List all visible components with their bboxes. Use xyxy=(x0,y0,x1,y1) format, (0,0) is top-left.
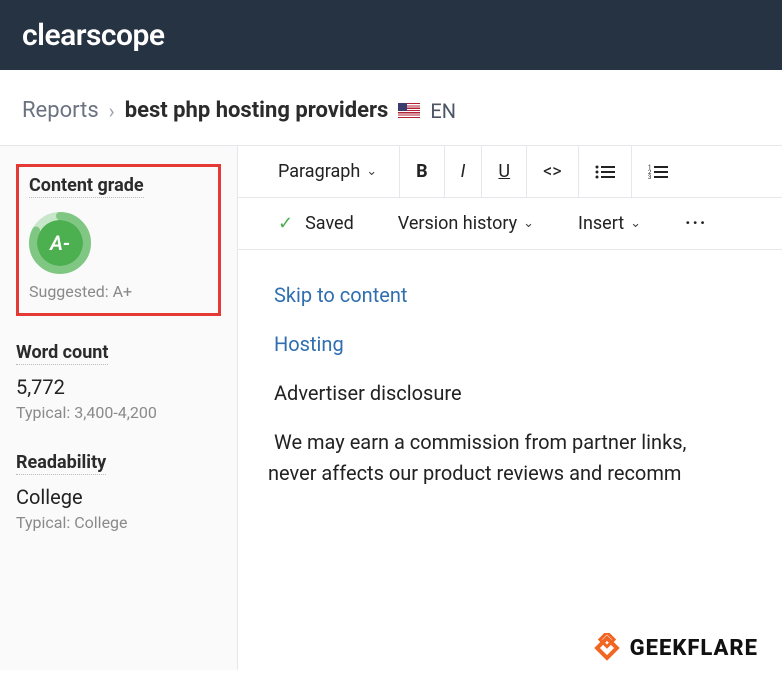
document-body[interactable]: Skip to content Hosting Advertiser discl… xyxy=(238,250,782,489)
breadcrumb-title: best php hosting providers xyxy=(125,98,389,123)
breadcrumb: Reports › best php hosting providers EN xyxy=(0,70,782,145)
version-label: Version history xyxy=(398,213,517,234)
chevron-down-icon: ⌄ xyxy=(523,216,534,231)
brand-logo: clearscope xyxy=(22,18,165,53)
bullet-list-icon xyxy=(595,164,615,180)
insert-label: Insert xyxy=(578,213,624,234)
paragraph-label: Paragraph xyxy=(278,161,360,182)
chevron-down-icon: ⌄ xyxy=(366,164,377,179)
svg-text:3: 3 xyxy=(648,174,651,180)
bold-button[interactable]: B xyxy=(400,146,445,197)
hosting-link[interactable]: Hosting xyxy=(274,329,774,360)
saved-label: Saved xyxy=(305,213,354,234)
readability-title: Readability xyxy=(16,452,106,475)
wordcount-value: 5,772 xyxy=(16,375,221,399)
chevron-down-icon: ⌄ xyxy=(630,216,641,231)
grade-suggested: Suggested: A+ xyxy=(29,282,208,301)
underline-button[interactable]: U xyxy=(482,146,527,197)
saved-status: ✓ Saved xyxy=(256,198,376,249)
paragraph-style-dropdown[interactable]: Paragraph ⌄ xyxy=(256,146,400,197)
numbered-list-icon: 1 2 3 xyxy=(648,164,668,180)
stats-sidebar: Content grade A- Suggested: A+ Word coun… xyxy=(0,146,238,670)
breadcrumb-lang: EN xyxy=(430,99,456,123)
readability-typical: Typical: College xyxy=(16,513,221,532)
geekflare-icon xyxy=(592,633,622,663)
code-button[interactable]: <> xyxy=(527,146,579,197)
bullet-list-button[interactable] xyxy=(579,146,632,197)
wordcount-typical: Typical: 3,400-4,200 xyxy=(16,403,221,422)
readability-panel: Readability College Typical: College xyxy=(16,452,221,532)
formatting-toolbar: Paragraph ⌄ B I U <> 1 2 3 xyxy=(238,146,782,198)
paragraph-line: We may earn a commission from partner li… xyxy=(274,427,774,458)
watermark-text: GEEKFLARE xyxy=(630,636,758,661)
editor-pane: Paragraph ⌄ B I U <> 1 2 3 xyxy=(238,146,782,670)
content-grade-panel: Content grade A- Suggested: A+ xyxy=(16,164,221,316)
disclosure-text: Advertiser disclosure xyxy=(274,378,774,409)
flag-us-icon xyxy=(398,103,420,118)
wordcount-panel: Word count 5,772 Typical: 3,400-4,200 xyxy=(16,342,221,422)
more-menu[interactable]: ··· xyxy=(663,198,729,249)
breadcrumb-root[interactable]: Reports xyxy=(22,98,99,123)
app-header: clearscope xyxy=(0,0,782,70)
grade-badge: A- xyxy=(29,212,91,274)
document-toolbar: ✓ Saved Version history ⌄ Insert ⌄ ··· xyxy=(238,198,782,250)
grade-value: A- xyxy=(37,220,83,266)
skip-link[interactable]: Skip to content xyxy=(274,280,774,311)
check-icon: ✓ xyxy=(278,213,293,234)
insert-dropdown[interactable]: Insert ⌄ xyxy=(556,198,663,249)
chevron-right-icon: › xyxy=(109,99,115,123)
readability-value: College xyxy=(16,485,221,509)
version-history-dropdown[interactable]: Version history ⌄ xyxy=(376,198,556,249)
wordcount-title: Word count xyxy=(16,342,108,365)
italic-button[interactable]: I xyxy=(445,146,483,197)
content-grade-title: Content grade xyxy=(29,175,144,198)
numbered-list-button[interactable]: 1 2 3 xyxy=(632,146,684,197)
geekflare-watermark: GEEKFLARE xyxy=(592,633,758,663)
paragraph-line: never affects our product reviews and re… xyxy=(268,458,774,489)
